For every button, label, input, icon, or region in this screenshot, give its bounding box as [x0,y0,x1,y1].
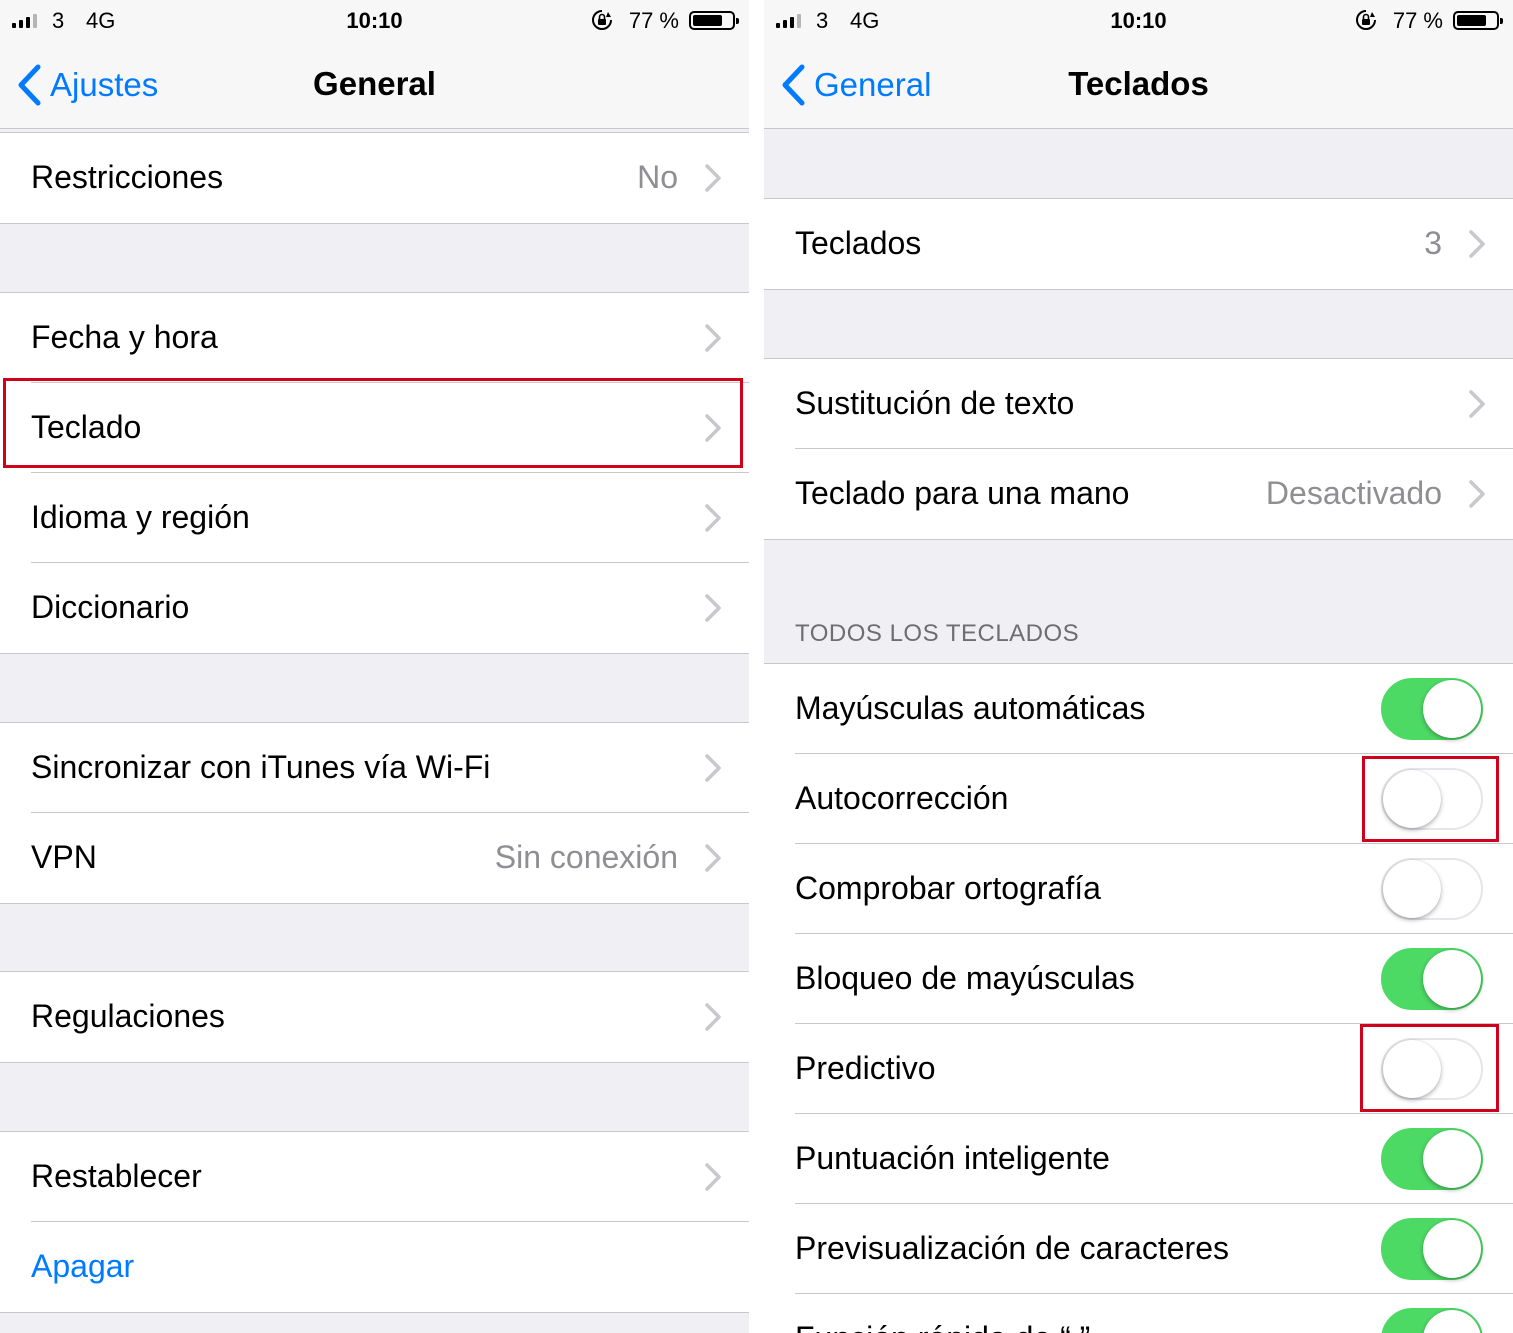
toggle-label: Predictivo [795,1050,936,1086]
toggle-knob [1423,950,1481,1008]
toggle-label: Comprobar ortografía [795,870,1101,906]
toggle-row-predictivo: Predictivo [764,1024,1513,1114]
chevron-right-icon [1469,480,1485,508]
row-label: Regulaciones [31,998,225,1034]
toggle-knob [1423,1220,1481,1278]
battery-percent: 77 % [1392,8,1443,33]
battery-percent: 77 % [628,8,679,33]
row-label: Teclado [31,409,142,445]
toggle-switch[interactable] [1381,1218,1483,1280]
settings-row-regulaciones[interactable]: Regulaciones [0,972,749,1062]
row-label: Restricciones [31,159,224,195]
chevron-right-icon [705,754,721,782]
toggle-switch[interactable] [1381,948,1483,1010]
toggle-row-puntuacion-inteligente: Puntuación inteligente [764,1114,1513,1204]
toggle-switch[interactable] [1381,858,1483,920]
toggle-label: Previsualización de caracteres [795,1230,1229,1266]
toggle-switch[interactable] [1381,1038,1483,1100]
toggle-switch[interactable] [1381,768,1483,830]
settings-row-vpn[interactable]: VPN Sin conexión [0,813,749,903]
toggle-knob [1423,1310,1481,1333]
section-header: TODOS LOS TECLADOS [795,620,1080,647]
screen-divider [749,0,764,1333]
toggle-row-funcion-rapida-de: Función rápida de “.” [764,1294,1513,1333]
row-value: Sin conexión [494,839,678,875]
settings-row-teclados[interactable]: Teclados 3 [764,199,1513,289]
row-label: Restablecer [31,1158,202,1194]
row-label: Fecha y hora [31,319,218,355]
keyboards-settings-screen: 3 4G 10:10 77 % General Teclados Teclado… [764,0,1513,1333]
toggle-switch[interactable] [1381,1128,1483,1190]
navigation-bar: Ajustes General [0,40,749,129]
row-label: Sustitución de texto [795,385,1075,421]
settings-group: Teclados 3 [764,198,1513,290]
settings-group: Sincronizar con iTunes vía Wi-Fi VPN Sin c… [0,722,749,904]
page-title: General [313,65,436,102]
row-label: Idioma y región [31,499,250,535]
toggle-label: Mayúsculas automáticas [795,690,1146,726]
toggle-label: Bloqueo de mayúsculas [795,960,1135,996]
chevron-right-icon [705,844,721,872]
chevron-right-icon [705,324,721,352]
row-label: Teclado para una mano [795,475,1130,511]
toggle-knob [1423,1130,1481,1188]
settings-row-restablecer[interactable]: Restablecer [0,1132,749,1222]
rotation-lock-icon [592,10,612,30]
row-value: No [637,159,678,195]
settings-row-fecha-y-hora[interactable]: Fecha y hora [0,293,749,383]
navigation-bar: General Teclados [764,40,1513,129]
row-label: Sincronizar con iTunes vía Wi-Fi [31,749,491,785]
settings-group: Restricciones No [0,132,749,224]
toggle-label: Puntuación inteligente [795,1140,1110,1176]
toggle-row-comprobar-ortografia: Comprobar ortografía [764,844,1513,934]
row-label: Teclados [795,225,922,261]
toggle-label: Autocorrección [795,780,1009,816]
row-label: Apagar [31,1248,135,1284]
page-title: Teclados [1068,65,1209,102]
settings-row-sustitucion-de-texto[interactable]: Sustitución de texto [764,359,1513,449]
chevron-right-icon [705,164,721,192]
toggle-knob [1383,1040,1441,1098]
settings-group: Sustitución de texto Teclado para una man… [764,358,1513,540]
settings-row-sincronizar-con-itunes-via-wi-fi[interactable]: Sincronizar con iTunes vía Wi-Fi [0,723,749,813]
toggle-row-previsualizacion-de-caracteres: Previsualización de caracteres [764,1204,1513,1294]
toggle-knob [1423,680,1481,738]
status-bar: 3 4G 10:10 77 % [0,0,749,40]
battery-icon [1453,11,1503,30]
rotation-lock-icon [1356,10,1376,30]
settings-row-teclado-para-una-mano[interactable]: Teclado para una mano Desactivado [764,449,1513,539]
row-value: Desactivado [1265,475,1442,511]
toggle-row-mayusculas-automaticas: Mayúsculas automáticas [764,664,1513,754]
toggle-knob [1383,860,1441,918]
toggle-label: Función rápida de “.” [795,1294,1090,1333]
chevron-right-icon [705,1003,721,1031]
toggle-row-autocorreccion: Autocorrección [764,754,1513,844]
row-label: VPN [31,839,97,875]
settings-group: Restablecer Apagar [0,1131,749,1313]
row-label: Diccionario [31,589,190,625]
chevron-right-icon [705,1163,721,1191]
settings-row-teclado[interactable]: Teclado [0,383,749,473]
status-bar: 3 4G 10:10 77 % [764,0,1513,40]
toggle-knob [1383,770,1441,828]
row-value: 3 [1424,225,1442,261]
toggle-group: Mayúsculas automáticas Autocorrección Comp… [764,663,1513,1333]
toggle-switch[interactable] [1381,1308,1483,1333]
battery-icon [689,11,739,30]
chevron-right-icon [1469,390,1485,418]
chevron-right-icon [1469,230,1485,258]
settings-row-diccionario[interactable]: Diccionario [0,563,749,653]
toggle-row-bloqueo-de-mayusculas: Bloqueo de mayúsculas [764,934,1513,1024]
chevron-right-icon [705,504,721,532]
settings-row-idioma-y-region[interactable]: Idioma y región [0,473,749,563]
settings-group: Fecha y hora Teclado Idioma y región Diccio… [0,292,749,654]
toggle-switch[interactable] [1381,678,1483,740]
settings-row-restricciones[interactable]: Restricciones No [0,133,749,223]
chevron-right-icon [705,594,721,622]
chevron-right-icon [705,414,721,442]
settings-group: Regulaciones [0,971,749,1063]
settings-row-apagar[interactable]: Apagar [0,1222,749,1312]
general-settings-screen: 3 4G 10:10 77 % Ajustes General Restricc… [0,0,749,1333]
